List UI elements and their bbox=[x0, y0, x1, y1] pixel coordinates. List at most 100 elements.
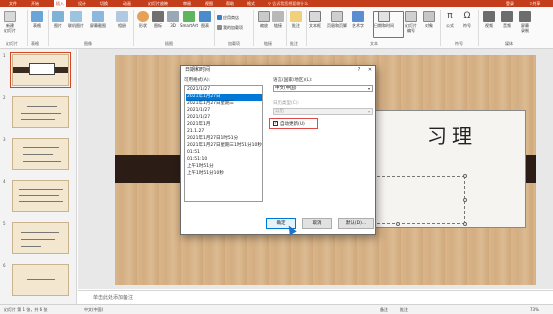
shapes-button[interactable]: 形状 bbox=[137, 11, 149, 28]
online-image-button[interactable]: 联机图片 bbox=[68, 11, 84, 28]
datetime-highlight bbox=[373, 11, 404, 38]
format-option[interactable]: 2021年1月27日1时51分 bbox=[186, 136, 262, 143]
ribbon-tab-bar: 文件 开始 插入 设计 切换 动画 幻灯片放映 审阅 视图 帮助 格式 ⚲ 告诉… bbox=[0, 0, 553, 7]
close-button[interactable]: ✕ bbox=[365, 66, 375, 74]
album-button[interactable]: 相册 bbox=[116, 11, 128, 28]
format-option[interactable]: 01:51 bbox=[186, 150, 262, 157]
format-option[interactable]: 01:51:10 bbox=[186, 157, 262, 164]
video-icon bbox=[483, 11, 495, 22]
tell-me-search[interactable]: ⚲ 告诉我您想要做什么 bbox=[268, 1, 308, 6]
thumb-number: 3 bbox=[3, 137, 6, 142]
chart-button[interactable]: 图表 bbox=[199, 11, 211, 28]
wordart-button[interactable]: 艺术字 bbox=[352, 11, 364, 28]
tab-home[interactable]: 开始 bbox=[31, 1, 39, 6]
wordart-icon bbox=[352, 11, 364, 22]
format-option[interactable]: 2021年1月 bbox=[186, 122, 262, 129]
tab-format[interactable]: 格式 bbox=[247, 1, 255, 6]
group-links-label: 链接 bbox=[264, 41, 272, 46]
tab-help[interactable]: 帮助 bbox=[226, 1, 234, 6]
thumb-title-box bbox=[29, 63, 55, 75]
screen-record-button[interactable]: 屏幕 录制 bbox=[519, 11, 531, 33]
link-button[interactable]: 链接 bbox=[272, 11, 284, 28]
omega-icon: Ω bbox=[461, 11, 473, 22]
smartart-button[interactable]: SmartArt bbox=[180, 11, 198, 28]
group-separator bbox=[48, 10, 49, 46]
language-indicator[interactable]: 中文(中国) bbox=[84, 305, 103, 314]
new-slide-icon bbox=[4, 11, 16, 22]
slide-counter: 幻灯片 第 1 张，共 6 张 bbox=[4, 307, 48, 312]
icons-button[interactable]: 图标 bbox=[152, 11, 164, 28]
image-button[interactable]: 图片 bbox=[52, 11, 64, 28]
format-option[interactable]: 2021/1/27 bbox=[186, 108, 262, 115]
symbol-button[interactable]: Ω 符号 bbox=[461, 11, 473, 28]
language-select[interactable]: 中文(中国) ▾ bbox=[273, 85, 373, 92]
slide-thumbnail-2[interactable] bbox=[12, 96, 69, 128]
format-option[interactable]: 2021年1月27日星期三1时51分10秒 bbox=[186, 143, 262, 150]
3d-model-button[interactable]: 3D bbox=[167, 11, 179, 28]
format-option[interactable]: 上午1时51分10秒 bbox=[186, 171, 262, 178]
sign-in-link[interactable]: 登录 bbox=[506, 1, 514, 6]
cancel-button[interactable]: 取消 bbox=[302, 218, 332, 229]
notes-pane[interactable]: 单击此处添加备注 bbox=[78, 290, 553, 304]
zoom-level[interactable]: 73% bbox=[530, 305, 539, 314]
tab-file[interactable]: 文件 bbox=[9, 1, 17, 6]
slide-thumbnail-1[interactable] bbox=[10, 52, 71, 88]
screen-record-icon bbox=[519, 11, 531, 22]
status-bar: 幻灯片 第 1 张，共 6 张 中文(中国) 备注 批注 73% bbox=[0, 304, 553, 314]
tab-insert[interactable]: 插入 bbox=[54, 0, 66, 7]
screenshot-icon bbox=[92, 11, 104, 22]
object-button[interactable]: 对象 bbox=[423, 11, 435, 28]
slide-number-button[interactable]: 幻灯片 编号 bbox=[405, 11, 417, 33]
formats-list[interactable]: 2021/1/27 2021年1月27日 2021年1月27日星期三 2021/… bbox=[184, 85, 263, 202]
notes-toggle[interactable]: 备注 bbox=[380, 305, 388, 314]
group-separator bbox=[286, 10, 287, 46]
store-button[interactable]: 应用商店 bbox=[217, 15, 239, 20]
set-default-button[interactable]: 默认(D)... bbox=[338, 218, 374, 229]
slide-thumbnail-6[interactable] bbox=[12, 264, 69, 296]
resize-handle[interactable] bbox=[463, 222, 467, 226]
resize-handle[interactable] bbox=[396, 222, 400, 226]
slide-title-text[interactable]: 习理 bbox=[427, 120, 477, 149]
format-option[interactable]: 21.1.27 bbox=[186, 129, 262, 136]
format-option[interactable]: 上午1时51分 bbox=[186, 164, 262, 171]
format-option-selected[interactable]: 2021年1月27日 bbox=[186, 94, 262, 101]
comments-toggle[interactable]: 批注 bbox=[400, 305, 408, 314]
equation-button[interactable]: π 公式 bbox=[444, 11, 456, 28]
tab-transitions[interactable]: 切换 bbox=[100, 1, 108, 6]
comment-button[interactable]: 批注 bbox=[290, 11, 302, 28]
tab-review[interactable]: 审阅 bbox=[183, 1, 191, 6]
tab-slideshow[interactable]: 幻灯片放映 bbox=[148, 1, 168, 6]
tab-view[interactable]: 视图 bbox=[205, 1, 213, 6]
audio-button[interactable]: 音频 bbox=[501, 11, 513, 28]
format-option[interactable]: 2021/1/27 bbox=[186, 87, 262, 94]
table-button[interactable]: 表格 bbox=[31, 11, 43, 28]
slide-thumbnail-3[interactable] bbox=[12, 138, 69, 170]
thumb-number: 1 bbox=[3, 53, 6, 58]
format-option[interactable]: 2021/1/27 bbox=[186, 115, 262, 122]
slide-thumbnail-4[interactable] bbox=[12, 180, 69, 212]
screenshot-button[interactable]: 屏幕截图 bbox=[90, 11, 106, 28]
smartart-icon bbox=[183, 11, 196, 22]
header-footer-button[interactable]: 页眉和页脚 bbox=[327, 11, 347, 28]
share-button[interactable]: ⇧共享 bbox=[529, 1, 540, 6]
my-addins-button[interactable]: 我的加载项 bbox=[217, 25, 243, 30]
resize-handle[interactable] bbox=[463, 198, 467, 202]
textbox-button[interactable]: 文本框 bbox=[309, 11, 321, 28]
video-button[interactable]: 视频 bbox=[483, 11, 495, 28]
icons-icon bbox=[152, 11, 164, 22]
album-icon bbox=[116, 11, 128, 22]
group-slides-label: 幻灯片 bbox=[6, 41, 18, 46]
thumb-text-line bbox=[27, 279, 55, 280]
group-separator bbox=[27, 10, 28, 46]
chart-icon bbox=[199, 11, 211, 22]
help-button[interactable]: ? bbox=[354, 66, 364, 74]
resize-handle[interactable] bbox=[463, 174, 467, 178]
new-slide-button[interactable]: 新建 幻灯片 bbox=[4, 11, 16, 33]
slide-thumbnail-5[interactable] bbox=[12, 222, 69, 254]
zoom-button[interactable]: 缩放 bbox=[258, 11, 270, 28]
thumb-number: 6 bbox=[3, 263, 6, 268]
tab-design[interactable]: 设计 bbox=[78, 1, 86, 6]
tab-animations[interactable]: 动画 bbox=[123, 1, 131, 6]
online-image-icon bbox=[70, 11, 82, 22]
format-option[interactable]: 2021年1月27日星期三 bbox=[186, 101, 262, 108]
